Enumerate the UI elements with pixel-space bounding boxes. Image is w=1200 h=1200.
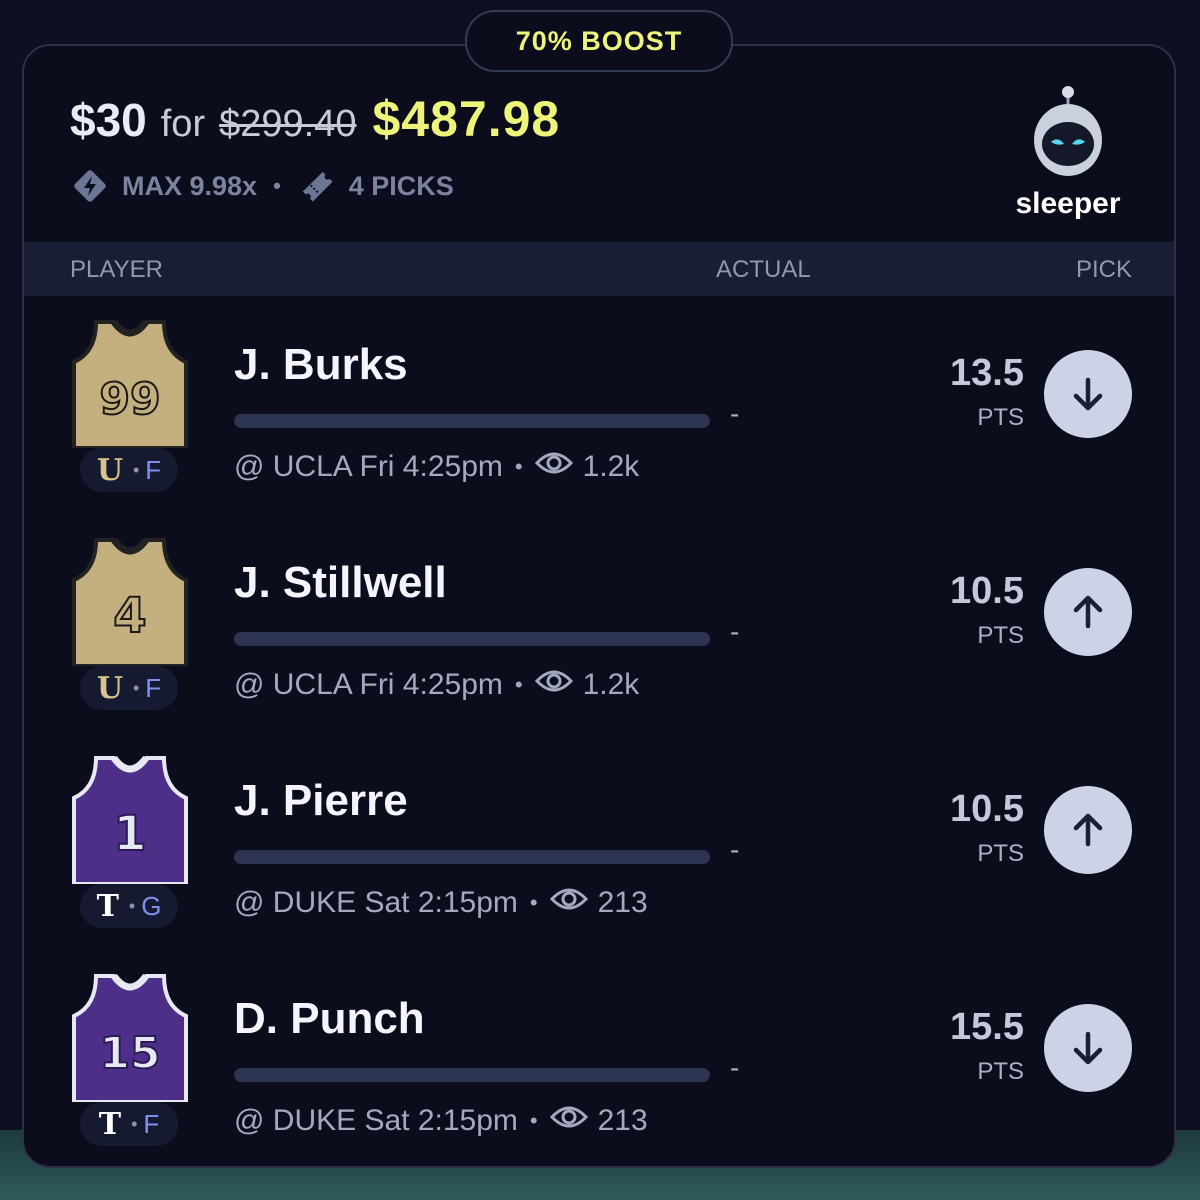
boost-badge: 70% BOOST: [465, 10, 733, 72]
matchup-text: @ UCLA Fri 4:25pm: [234, 668, 503, 701]
sleeper-logo-icon: [1034, 86, 1102, 176]
player-position: F: [145, 454, 162, 485]
pick-over-button[interactable]: [1044, 568, 1132, 656]
team-logo: T: [96, 888, 119, 924]
stake-amount: $30: [70, 94, 147, 146]
arrow-up-icon: [1066, 808, 1110, 852]
matchup-text: @ UCLA Fri 4:25pm: [234, 450, 503, 483]
player-name[interactable]: J. Burks: [234, 340, 408, 390]
stat-progress-bar: [234, 850, 710, 864]
matchup-info: @ DUKE Sat 2:15pm • 213: [234, 886, 648, 920]
matchup-info: @ UCLA Fri 4:25pm • 1.2k: [234, 668, 639, 702]
arrow-down-icon: [1066, 372, 1110, 416]
player-row[interactable]: 1 T • G J. Pierre - @ DUKE Sat 2:15pm • 213 10.5 P…: [24, 734, 1174, 952]
stat-progress-bar: [234, 414, 710, 428]
separator-dot: •: [132, 677, 140, 698]
brand-label: sleeper: [1015, 187, 1121, 220]
actual-value: -: [730, 616, 740, 647]
jersey-icon: 99: [72, 319, 188, 448]
ticket-icon: [302, 171, 333, 202]
stat-line-value: 13.5: [950, 352, 1024, 394]
player-row[interactable]: 4 U • F J. Stillwell - @ UCLA Fri 4:25pm • 1.2k 1…: [24, 516, 1174, 734]
eye-icon: [534, 668, 573, 702]
player-row[interactable]: 15 T • F D. Punch - @ DUKE Sat 2:15pm • 213 15.5 P…: [24, 952, 1174, 1166]
separator-dot: •: [128, 895, 136, 916]
player-name[interactable]: D. Punch: [234, 994, 425, 1044]
player-name[interactable]: J. Pierre: [234, 776, 408, 826]
separator-dot: •: [529, 1108, 538, 1133]
picks-count: 4 PICKS: [348, 170, 454, 201]
actual-value: -: [730, 834, 740, 865]
stat-line-unit: PTS: [977, 840, 1024, 867]
multiplier-icon: [74, 170, 106, 202]
matchup-text: @ DUKE Sat 2:15pm: [234, 886, 518, 919]
team-logo: U: [96, 670, 123, 706]
svg-text:4: 4: [113, 588, 146, 644]
matchup-text: @ DUKE Sat 2:15pm: [234, 1104, 518, 1137]
original-payout: $299.40: [219, 103, 357, 145]
separator-dot: •: [132, 459, 140, 480]
eye-icon: [534, 450, 573, 484]
sleeper-brand: sleeper: [1006, 84, 1130, 221]
stat-line-value: 10.5: [950, 788, 1024, 830]
player-row[interactable]: 99 U • F J. Burks - @ UCLA Fri 4:25pm • 1.2k 13.5…: [24, 298, 1174, 516]
max-multiplier: MAX 9.98x: [122, 170, 258, 201]
payout-summary: $30 for $299.40 $487.98: [70, 90, 560, 148]
stat-line-value: 10.5: [950, 570, 1024, 612]
boosted-payout: $487.98: [372, 91, 561, 147]
jersey-icon: 15: [72, 973, 188, 1102]
team-logo: T: [98, 1106, 122, 1142]
for-label: for: [160, 103, 206, 145]
stat-line-value: 15.5: [950, 1006, 1024, 1048]
matchup-info: @ DUKE Sat 2:15pm • 213: [234, 1104, 648, 1138]
team-position-chip: U • F: [80, 448, 178, 492]
team-position-chip: U • F: [80, 666, 178, 710]
entry-card[interactable]: $30 for $299.40 $487.98 MAX 9.98x • 4 PI…: [22, 44, 1176, 1168]
separator-dot: •: [529, 890, 538, 915]
eye-icon: [549, 1104, 588, 1138]
arrow-up-icon: [1066, 590, 1110, 634]
actual-value: -: [730, 1052, 740, 1083]
matchup-info: @ UCLA Fri 4:25pm • 1.2k: [234, 450, 639, 484]
svg-text:1: 1: [113, 806, 146, 862]
svg-text:99: 99: [99, 374, 160, 425]
player-position: F: [145, 672, 162, 703]
view-count: 213: [597, 1104, 648, 1137]
jersey-icon: 1: [72, 755, 188, 884]
svg-text:15: 15: [99, 1028, 160, 1079]
entry-meta: MAX 9.98x • 4 PICKS: [70, 166, 454, 206]
player-position: G: [141, 890, 162, 921]
arrow-down-icon: [1066, 1026, 1110, 1070]
stat-line-unit: PTS: [977, 1058, 1024, 1085]
actual-value: -: [730, 398, 740, 429]
view-count: 1.2k: [582, 668, 640, 701]
eye-icon: [549, 886, 588, 920]
separator-dot: •: [131, 1113, 138, 1134]
view-count: 213: [597, 886, 648, 919]
stat-progress-bar: [234, 632, 710, 646]
stat-progress-bar: [234, 1068, 710, 1082]
stat-line-unit: PTS: [977, 622, 1024, 649]
team-logo: U: [96, 452, 123, 488]
stat-line-unit: PTS: [977, 404, 1024, 431]
player-name[interactable]: J. Stillwell: [234, 558, 447, 608]
pick-over-button[interactable]: [1044, 786, 1132, 874]
column-header-actual: ACTUAL: [716, 256, 811, 283]
pick-under-button[interactable]: [1044, 1004, 1132, 1092]
team-position-chip: T • F: [80, 1102, 178, 1146]
pick-under-button[interactable]: [1044, 350, 1132, 438]
jersey-icon: 4: [72, 537, 188, 666]
column-header-pick: PICK: [1075, 256, 1132, 283]
separator-dot: •: [514, 454, 523, 479]
column-header-player: PLAYER: [70, 256, 163, 283]
separator-dot: •: [514, 672, 523, 697]
team-position-chip: T • G: [80, 884, 178, 928]
table-header: PLAYER ACTUAL PICK: [24, 242, 1174, 296]
view-count: 1.2k: [582, 450, 640, 483]
separator-dot: •: [273, 173, 281, 198]
player-position: F: [143, 1108, 160, 1139]
